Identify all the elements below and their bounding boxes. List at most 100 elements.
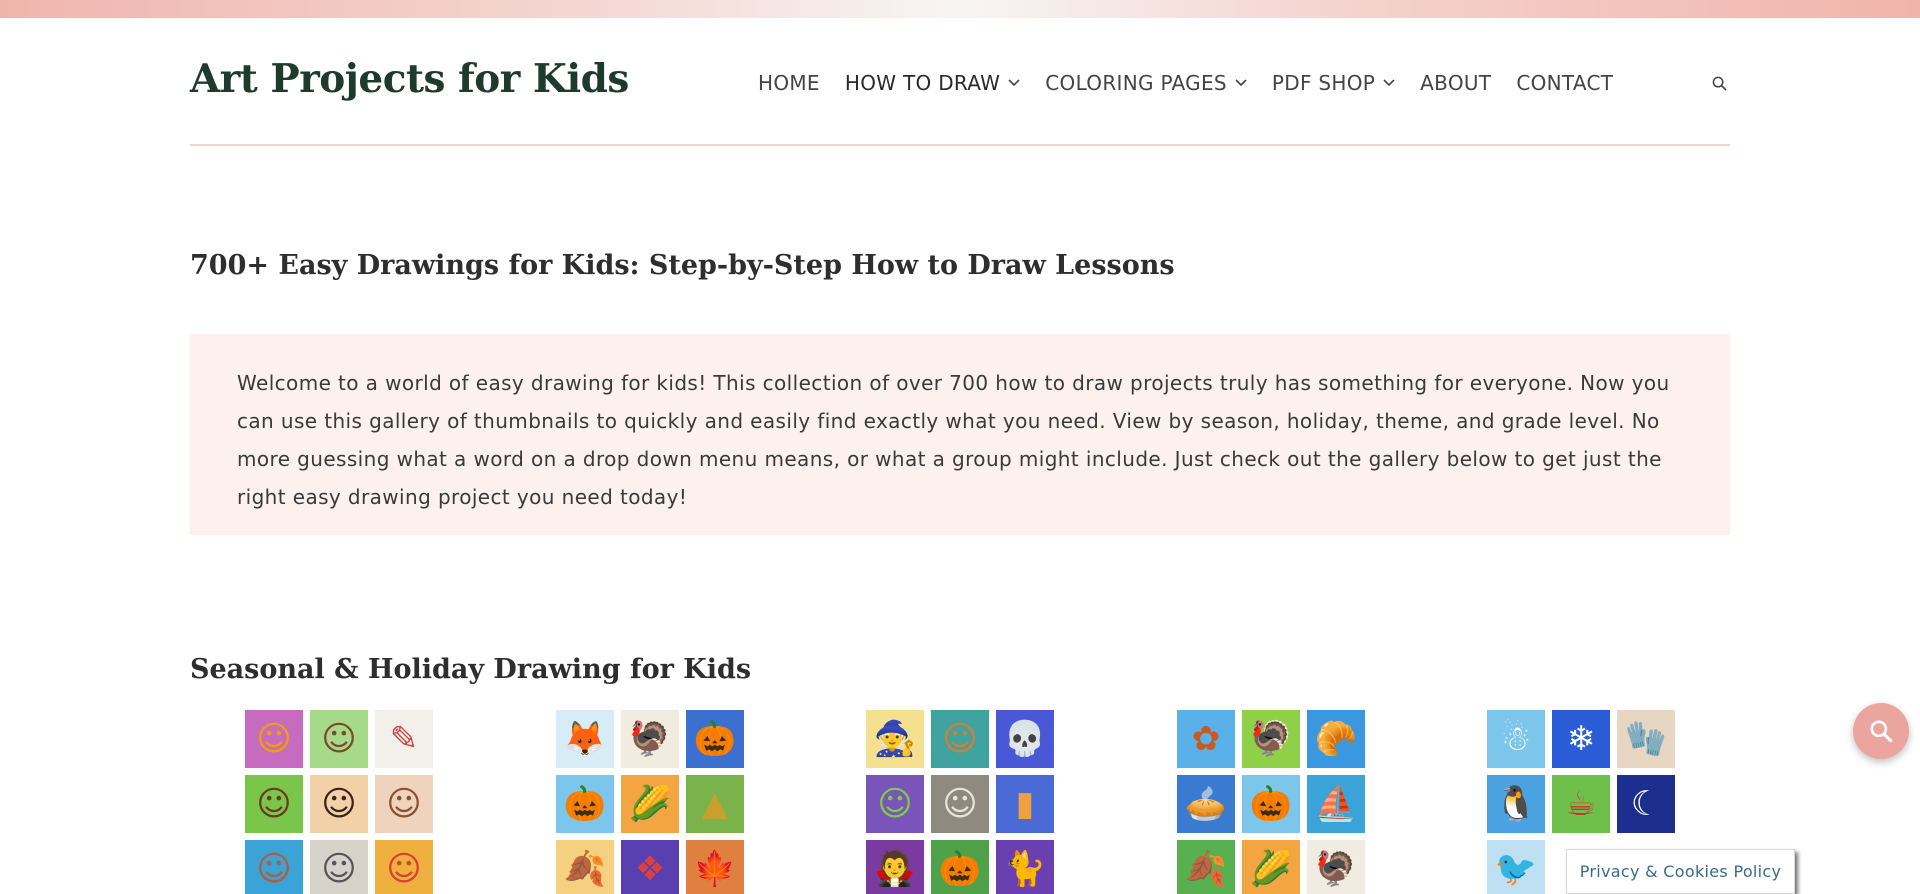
thumbnail-art: ✎ bbox=[389, 719, 419, 759]
thumbnail-tile: 🍁 bbox=[686, 840, 744, 894]
thumbnail-tile: ☺ bbox=[245, 710, 303, 768]
thumbnail-art: 🌽 bbox=[1249, 849, 1293, 889]
thumbnail-tile: 🍂 bbox=[1177, 840, 1235, 894]
thumbnail-art: 🌽 bbox=[628, 784, 672, 824]
thumbnail-tile: ☺ bbox=[245, 840, 303, 894]
thumbnail-art: 🦃 bbox=[628, 719, 672, 759]
privacy-cookies-button[interactable]: Privacy & Cookies Policy bbox=[1566, 849, 1795, 894]
thumbnail-art: ✿ bbox=[1191, 719, 1221, 759]
thumbnail-art: 💀 bbox=[1003, 719, 1047, 759]
thumbnail-art: 🎃 bbox=[1249, 784, 1293, 824]
thumbnail-art: ❄ bbox=[1566, 719, 1596, 759]
thumbnail-tile: ⛵ bbox=[1307, 775, 1365, 833]
thumbnail-tile: 🦃 bbox=[1307, 840, 1365, 894]
thumbnail-tile: ☾ bbox=[1617, 775, 1675, 833]
search-icon bbox=[1712, 76, 1726, 90]
nav-home[interactable]: HOME bbox=[758, 71, 820, 95]
chevron-down-icon bbox=[1008, 79, 1020, 87]
thumbnail-tile: 🐈 bbox=[996, 840, 1054, 894]
gallery-thumbnail-halloween[interactable]: 🧙 ☺ 💀 ☺ ☺ ▮ 🧛 🎃 🐈 bbox=[866, 710, 1054, 894]
thumbnail-tile: 🧛 bbox=[866, 840, 924, 894]
nav-coloring-pages[interactable]: COLORING PAGES bbox=[1045, 71, 1247, 95]
thumbnail-art: ☺ bbox=[877, 784, 913, 824]
nav-pdf-shop[interactable]: PDF SHOP bbox=[1272, 71, 1395, 95]
thumbnail-art: 🍂 bbox=[563, 849, 607, 889]
thumbnail-art: 🦊 bbox=[563, 719, 607, 759]
thumbnail-art: ☾ bbox=[1630, 784, 1662, 824]
thumbnail-tile: ☕ bbox=[1552, 775, 1610, 833]
thumbnail-tile: ✎ bbox=[375, 710, 433, 768]
thumbnail-art: ☺ bbox=[256, 719, 292, 759]
thumbnail-art: 🐧 bbox=[1494, 784, 1538, 824]
intro-box: Welcome to a world of easy drawing for k… bbox=[190, 334, 1730, 535]
thumbnail-tile: 🧤 bbox=[1617, 710, 1675, 768]
thumbnail-art: 🥧 bbox=[1184, 784, 1228, 824]
thumbnail-tile: 🧙 bbox=[866, 710, 924, 768]
thumbnail-art: 🧛 bbox=[873, 849, 917, 889]
thumbnail-tile: ✿ bbox=[1177, 710, 1235, 768]
search-icon bbox=[1870, 720, 1893, 743]
thumbnail-tile: ❖ bbox=[621, 840, 679, 894]
thumbnail-art: 🦃 bbox=[1249, 719, 1293, 759]
thumbnail-art: 🦃 bbox=[1314, 849, 1358, 889]
thumbnail-tile: 🦊 bbox=[556, 710, 614, 768]
thumbnail-tile: 🍂 bbox=[556, 840, 614, 894]
thumbnail-tile: ☺ bbox=[310, 710, 368, 768]
nav-contact-label: CONTACT bbox=[1516, 71, 1614, 95]
thumbnail-tile: ☺ bbox=[310, 775, 368, 833]
thumbnail-art: ☃ bbox=[1500, 719, 1532, 759]
thumbnail-art: 🎃 bbox=[693, 719, 737, 759]
chevron-down-icon bbox=[1235, 79, 1247, 87]
thumbnail-tile: ☺ bbox=[375, 840, 433, 894]
header-search-button[interactable] bbox=[1706, 70, 1732, 96]
thumbnail-art: ▮ bbox=[1015, 784, 1035, 824]
nav-pdf-shop-label: PDF SHOP bbox=[1271, 71, 1376, 95]
top-accent-strip bbox=[0, 0, 1920, 18]
site-logo[interactable]: Art Projects for Kids bbox=[190, 56, 629, 102]
thumbnail-art: 🎃 bbox=[938, 849, 982, 889]
gallery-thumbnail-thanksgiving[interactable]: ✿ 🦃 🥐 🥧 🎃 ⛵ 🍂 🌽 🦃 bbox=[1177, 710, 1365, 894]
thumbnail-art: 🥐 bbox=[1314, 719, 1358, 759]
nav-about-label: ABOUT bbox=[1420, 71, 1492, 95]
thumbnail-art: ☺ bbox=[321, 849, 357, 889]
thumbnail-tile: 🐧 bbox=[1487, 775, 1545, 833]
thumbnail-tile: 🥧 bbox=[1177, 775, 1235, 833]
thumbnail-tile: ▲ bbox=[686, 775, 744, 833]
thumbnail-tile: ☺ bbox=[310, 840, 368, 894]
nav-about[interactable]: ABOUT bbox=[1420, 71, 1491, 95]
thumbnail-art: ☺ bbox=[942, 784, 978, 824]
thumbnail-tile: 🎃 bbox=[556, 775, 614, 833]
thumbnail-art: ❖ bbox=[634, 849, 666, 889]
page-title: 700+ Easy Drawings for Kids: Step-by-Ste… bbox=[190, 250, 1175, 281]
thumbnail-tile: ☺ bbox=[375, 775, 433, 833]
gallery-thumbnail-fall[interactable]: 🦊 🦃 🎃 🎃 🌽 ▲ 🍂 ❖ 🍁 bbox=[556, 710, 744, 894]
thumbnail-tile: ▮ bbox=[996, 775, 1054, 833]
thumbnail-tile: 🌽 bbox=[621, 775, 679, 833]
site-header: Art Projects for Kids HOME HOW TO DRAW C… bbox=[190, 18, 1730, 146]
thumbnail-tile: 🎃 bbox=[686, 710, 744, 768]
nav-contact[interactable]: CONTACT bbox=[1516, 71, 1613, 95]
thumbnail-tile: ☃ bbox=[1487, 710, 1545, 768]
nav-how-to-draw[interactable]: HOW TO DRAW bbox=[845, 71, 1020, 95]
thumbnail-art: ▲ bbox=[701, 784, 729, 824]
thumbnail-art: ☺ bbox=[321, 719, 357, 759]
gallery-thumbnail-people-portraits[interactable]: ☺ ☺ ✎ ☺ ☺ ☺ ☺ ☺ ☺ bbox=[245, 710, 433, 894]
thumbnail-tile: 🌽 bbox=[1242, 840, 1300, 894]
thumbnail-art: ☺ bbox=[256, 849, 292, 889]
thumbnail-tile: ☺ bbox=[931, 775, 989, 833]
thumbnail-tile: 🐦 bbox=[1487, 840, 1545, 894]
thumbnail-art: ⛵ bbox=[1314, 784, 1358, 824]
thumbnail-art: ☕ bbox=[1565, 784, 1597, 824]
intro-text: Welcome to a world of easy drawing for k… bbox=[237, 371, 1670, 509]
thumbnail-art: ☺ bbox=[386, 849, 422, 889]
thumbnail-tile: ☺ bbox=[931, 710, 989, 768]
thumbnail-art: 🎃 bbox=[563, 784, 607, 824]
thumbnail-tile: ☺ bbox=[245, 775, 303, 833]
thumbnail-tile: 🎃 bbox=[931, 840, 989, 894]
thumbnail-art: 🐦 bbox=[1494, 849, 1538, 889]
floating-search-button[interactable] bbox=[1853, 703, 1909, 759]
thumbnail-art: ☺ bbox=[386, 784, 422, 824]
thumbnail-tile: ❄ bbox=[1552, 710, 1610, 768]
main-nav: HOME HOW TO DRAW COLORING PAGES PDF SHOP… bbox=[758, 66, 1638, 100]
thumbnail-art: ☺ bbox=[321, 784, 357, 824]
